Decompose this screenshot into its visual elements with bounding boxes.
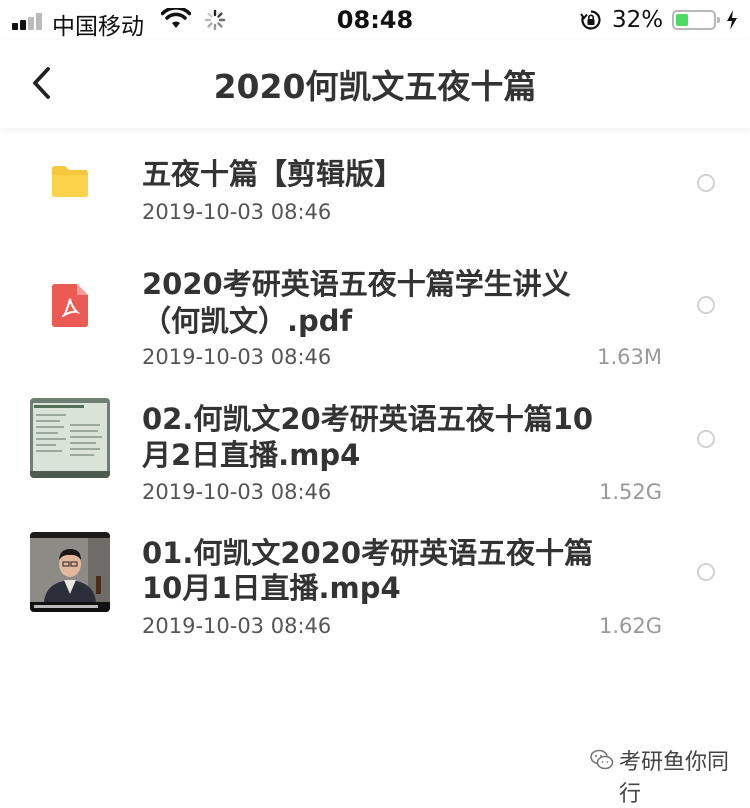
video-thumbnail-icon: [30, 398, 110, 478]
file-name-line-2: （何凯文）.pdf: [142, 304, 353, 338]
file-name-line-2: 月2日直播.mp4: [142, 438, 361, 472]
charging-bolt-icon: [727, 10, 737, 30]
select-radio[interactable]: [697, 430, 715, 448]
navigation-bar: 2020何凯文五夜十篇: [0, 40, 750, 128]
file-list-item[interactable]: 01.何凯文2020考研英语五夜十篇 10月1日直播.mp4 2019-10-0…: [0, 525, 750, 655]
folder-icon: [52, 166, 88, 197]
select-radio[interactable]: [697, 563, 715, 581]
battery-icon: [672, 10, 720, 30]
page-title: 2020何凯文五夜十篇: [213, 67, 537, 106]
file-date: 2019-10-03 08:46: [142, 614, 332, 638]
file-size: 1.63M: [597, 345, 662, 369]
pdf-icon: [52, 284, 88, 327]
file-name-line-2: 10月1日直播.mp4: [142, 571, 401, 605]
file-list-item[interactable]: 02.何凯文20考研英语五夜十篇10 月2日直播.mp4 2019-10-03 …: [0, 390, 750, 520]
file-size: 1.62G: [598, 614, 662, 638]
file-name-line-1: 01.何凯文2020考研英语五夜十篇: [142, 536, 594, 570]
orientation-lock-icon: [580, 10, 601, 30]
file-name-line-1: 02.何凯文20考研英语五夜十篇10: [142, 402, 594, 436]
file-list-item[interactable]: 2020考研英语五夜十篇学生讲义 （何凯文）.pdf 2019-10-03 08…: [0, 255, 750, 385]
battery-percentage: 32%: [612, 7, 664, 33]
select-radio[interactable]: [697, 296, 715, 314]
file-list-item[interactable]: 五夜十篇【剪辑版】 2019-10-03 08:46: [0, 130, 750, 250]
file-size: 1.52G: [598, 480, 662, 504]
file-date: 2019-10-03 08:46: [142, 480, 332, 504]
file-date: 2019-10-03 08:46: [142, 200, 332, 224]
wechat-icon: [590, 749, 614, 770]
file-name-line-1: 2020考研英语五夜十篇学生讲义: [142, 267, 571, 301]
watermark-text: 考研鱼你同行: [619, 750, 730, 807]
video-thumbnail-icon: [30, 532, 110, 612]
file-name: 五夜十篇【剪辑版】: [142, 157, 404, 191]
status-bar: 中国移动 08:48 32%: [0, 0, 750, 40]
file-date: 2019-10-03 08:46: [142, 345, 332, 369]
select-radio[interactable]: [697, 174, 715, 192]
